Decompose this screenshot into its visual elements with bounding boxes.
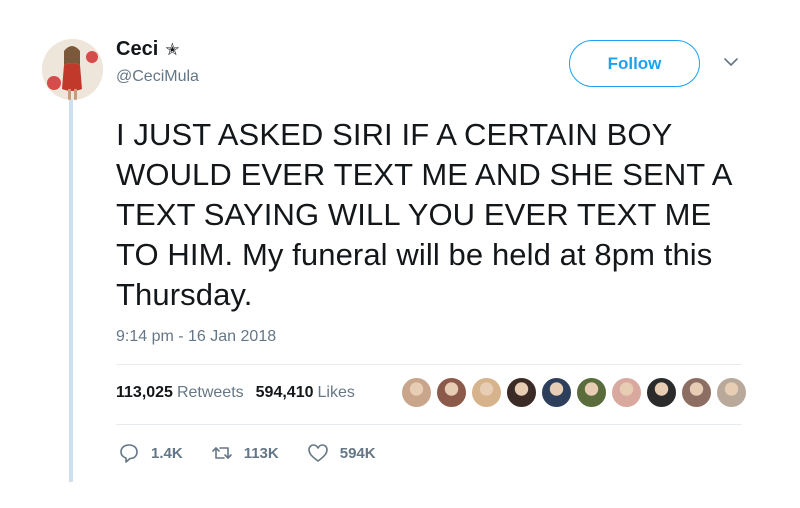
avatar[interactable] [42, 39, 103, 100]
liker-avatar[interactable] [401, 377, 432, 408]
engagement-stats: 113,025 Retweets 594,410 Likes [116, 384, 355, 402]
liker-avatar[interactable] [611, 377, 642, 408]
retweet-icon [211, 447, 232, 459]
liker-avatar[interactable] [506, 377, 537, 408]
action-bar: 1.4K 113K 594K [118, 442, 404, 464]
retweets-label: Retweets [176, 384, 244, 401]
chevron-down-icon[interactable] [721, 54, 741, 70]
tweet-timestamp[interactable]: 9:14 pm - 16 Jan 2018 [116, 328, 276, 346]
likes-stat[interactable]: 594,410 Likes [256, 384, 355, 402]
divider [116, 364, 742, 365]
liker-avatar[interactable] [541, 377, 572, 408]
reply-icon [120, 444, 138, 463]
star-icon: ✭ [165, 40, 180, 59]
liker-avatar[interactable] [436, 377, 467, 408]
retweet-count: 113K [243, 444, 279, 462]
like-button[interactable]: 594K [307, 442, 376, 464]
follow-button[interactable]: Follow [569, 40, 700, 87]
reply-count: 1.4K [151, 444, 183, 462]
name-row: Ceci ✭ [116, 38, 180, 61]
liker-avatar[interactable] [471, 377, 502, 408]
retweets-count: 113,025 [116, 384, 173, 401]
thread-line [69, 96, 73, 482]
liker-avatar[interactable] [576, 377, 607, 408]
heart-icon [307, 444, 328, 462]
tweet-text: I JUST ASKED SIRI IF A CERTAIN BOY WOULD… [116, 117, 731, 312]
retweets-stat[interactable]: 113,025 Retweets [116, 384, 244, 402]
liker-avatars [401, 377, 747, 408]
like-count: 594K [339, 444, 376, 462]
user-handle[interactable]: @CeciMula [116, 68, 199, 86]
display-name[interactable]: Ceci [116, 38, 158, 61]
likes-count: 594,410 [255, 384, 314, 401]
liker-avatar[interactable] [681, 377, 712, 408]
liker-avatar[interactable] [716, 377, 747, 408]
retweet-button[interactable]: 113K [211, 442, 279, 464]
likes-label: Likes [317, 384, 355, 401]
liker-avatar[interactable] [646, 377, 677, 408]
divider [116, 424, 742, 425]
reply-button[interactable]: 1.4K [118, 442, 183, 464]
